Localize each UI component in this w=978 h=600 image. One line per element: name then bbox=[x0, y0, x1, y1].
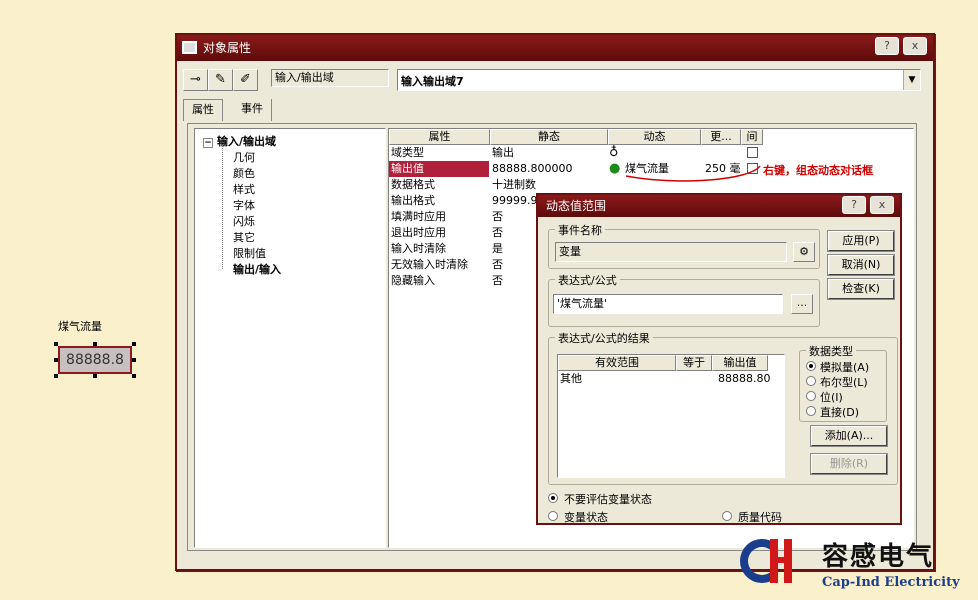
help-button[interactable]: ? bbox=[875, 37, 899, 55]
radio-boolean[interactable] bbox=[806, 376, 816, 386]
annotation-text: 右键，组态动态对话框 bbox=[763, 164, 873, 177]
indirect-checkbox[interactable] bbox=[747, 147, 758, 158]
window-icon bbox=[182, 41, 197, 54]
column-header-property[interactable]: 属性 bbox=[389, 129, 490, 145]
expression-input[interactable]: '煤气流量' bbox=[553, 294, 783, 314]
tree-item-output-input[interactable]: 输出/输入 bbox=[233, 261, 281, 277]
tree-item-color[interactable]: 颜色 bbox=[233, 165, 255, 181]
close-button[interactable]: x bbox=[903, 37, 927, 55]
resize-handle[interactable] bbox=[54, 374, 58, 378]
delete-button[interactable]: 删除(R) bbox=[810, 453, 888, 475]
tree-root[interactable]: − 输入/输出域 bbox=[203, 133, 276, 149]
dialog-title-bar[interactable]: 动态值范围 ? x bbox=[538, 195, 900, 217]
add-button[interactable]: 添加(A)... bbox=[810, 425, 888, 447]
dynamic-value-range-dialog: 动态值范围 ? x 事件名称 变量 ⚙ 表达式/公式 '煤气流量' ... 表达… bbox=[536, 193, 902, 525]
column-header-range[interactable]: 有效范围 bbox=[558, 355, 676, 371]
paste-brush-icon[interactable]: ✐ bbox=[233, 69, 258, 91]
radio-direct[interactable] bbox=[806, 406, 816, 416]
bulb-icon[interactable]: ● bbox=[609, 161, 620, 177]
object-name-select[interactable]: 输入输出域7 ▼ bbox=[397, 69, 921, 91]
io-field-value: 88888.8 bbox=[66, 352, 124, 368]
annotation-arrow bbox=[625, 165, 761, 182]
tree-item-style[interactable]: 样式 bbox=[233, 181, 255, 197]
resize-handle[interactable] bbox=[132, 358, 136, 362]
collapse-icon[interactable]: − bbox=[203, 138, 213, 148]
data-type-group: 数据类型 模拟量(A) 布尔型(L) 位(I) 直接(D) bbox=[799, 343, 887, 422]
apply-button[interactable]: 应用(P) bbox=[827, 230, 895, 252]
tree-item-flash[interactable]: 闪烁 bbox=[233, 213, 255, 229]
column-header-dynamic[interactable]: 动态 bbox=[608, 129, 701, 145]
expression-group: 表达式/公式 '煤气流量' ... bbox=[548, 272, 820, 327]
company-logo-icon bbox=[740, 535, 818, 591]
tree-item-limits[interactable]: 限制值 bbox=[233, 245, 266, 261]
dialog-title: 动态值范围 bbox=[546, 199, 607, 213]
column-header-static[interactable]: 静态 bbox=[490, 129, 608, 145]
resize-handle[interactable] bbox=[132, 374, 136, 378]
radio-analog[interactable] bbox=[806, 361, 816, 371]
resize-handle[interactable] bbox=[54, 342, 58, 346]
resize-handle[interactable] bbox=[54, 358, 58, 362]
title-bar[interactable]: 对象属性 ? x bbox=[177, 35, 933, 61]
object-name-value: 输入输出域7 bbox=[401, 75, 464, 88]
column-header-equal[interactable]: 等于 bbox=[676, 355, 712, 371]
column-header-update[interactable]: 更... bbox=[701, 129, 741, 145]
tree-connector bbox=[222, 145, 223, 269]
result-table: 有效范围 等于 输出值 其他 88888.80 bbox=[557, 354, 785, 478]
radio-tag-status[interactable] bbox=[548, 511, 558, 521]
property-tree: − 输入/输出域 几何 颜色 样式 字体 闪烁 其它 限制值 输出/输入 bbox=[194, 128, 386, 548]
close-button[interactable]: x bbox=[870, 196, 894, 214]
logo-name-en: Cap-Ind Electricity bbox=[822, 575, 960, 590]
table-row[interactable]: 其他 88888.80 bbox=[558, 371, 784, 387]
help-button[interactable]: ? bbox=[842, 196, 866, 214]
tab-events[interactable]: 事件 bbox=[233, 99, 272, 121]
window-title: 对象属性 bbox=[203, 41, 252, 55]
browse-button[interactable]: ... bbox=[791, 294, 813, 314]
tree-item-misc[interactable]: 其它 bbox=[233, 229, 255, 245]
bulb-icon[interactable]: ♁ bbox=[609, 145, 619, 161]
tab-properties[interactable]: 属性 bbox=[183, 99, 223, 121]
radio-quality-code[interactable] bbox=[722, 511, 732, 521]
pick-brush-icon[interactable]: ✎ bbox=[208, 69, 233, 91]
cancel-button[interactable]: 取消(N) bbox=[827, 254, 895, 276]
logo-name-cn: 容感电气 bbox=[822, 542, 935, 572]
event-name-group: 事件名称 变量 ⚙ bbox=[548, 222, 820, 269]
resize-handle[interactable] bbox=[132, 342, 136, 346]
event-name-field: 变量 bbox=[555, 242, 787, 262]
chevron-down-icon[interactable]: ▼ bbox=[903, 70, 920, 90]
resize-handle[interactable] bbox=[93, 342, 97, 346]
column-header-output[interactable]: 输出值 bbox=[712, 355, 768, 371]
check-button[interactable]: 检查(K) bbox=[827, 278, 895, 300]
column-header-indirect[interactable]: 间 bbox=[741, 129, 763, 145]
io-field-object[interactable]: 88888.8 bbox=[58, 346, 132, 374]
pin-icon[interactable]: ⊸ bbox=[183, 69, 208, 91]
tree-item-font[interactable]: 字体 bbox=[233, 197, 255, 213]
tree-item-geometry[interactable]: 几何 bbox=[233, 149, 255, 165]
select-event-icon[interactable]: ⚙ bbox=[793, 242, 815, 262]
object-type-field: 输入/输出域 bbox=[271, 69, 389, 87]
object-caption: 煤气流量 bbox=[58, 320, 102, 333]
radio-no-eval[interactable] bbox=[548, 493, 558, 503]
result-group: 表达式/公式的结果 有效范围 等于 输出值 其他 88888.80 数据类型 模… bbox=[548, 330, 898, 485]
radio-bit[interactable] bbox=[806, 391, 816, 401]
resize-handle[interactable] bbox=[93, 374, 97, 378]
